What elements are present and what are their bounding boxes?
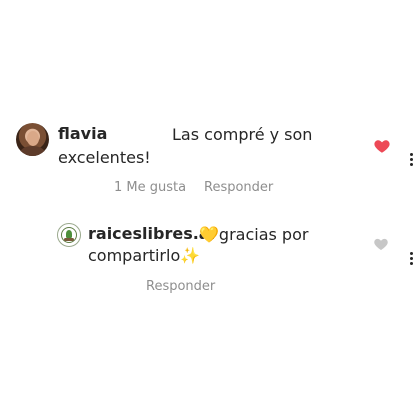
- avatar[interactable]: [16, 123, 49, 156]
- heart-filled-icon[interactable]: [373, 137, 391, 155]
- reply-button[interactable]: Responder: [146, 279, 215, 294]
- heart-outline-icon[interactable]: [373, 236, 389, 252]
- more-vertical-icon[interactable]: [408, 252, 414, 268]
- reply-button[interactable]: Responder: [204, 180, 273, 195]
- comments-screen: flavia Las compré y son excelentes! 1 Me…: [0, 0, 420, 420]
- comment-username[interactable]: flavia: [58, 124, 107, 143]
- avatar-shoulders: [20, 146, 45, 156]
- avatar[interactable]: [57, 223, 81, 247]
- more-vertical-icon[interactable]: [408, 153, 414, 169]
- ground-icon: [64, 238, 74, 241]
- comment-text-line2: excelentes!: [58, 148, 151, 167]
- plant-icon: [66, 230, 72, 238]
- comment-text-line2: compartirlo✨: [88, 246, 201, 265]
- likes-count[interactable]: 1 Me gusta: [114, 180, 186, 195]
- comment-text-line1: Las compré y son: [172, 125, 313, 144]
- comment-text-line1: 💛gracias por: [199, 225, 309, 244]
- avatar-face: [27, 131, 39, 146]
